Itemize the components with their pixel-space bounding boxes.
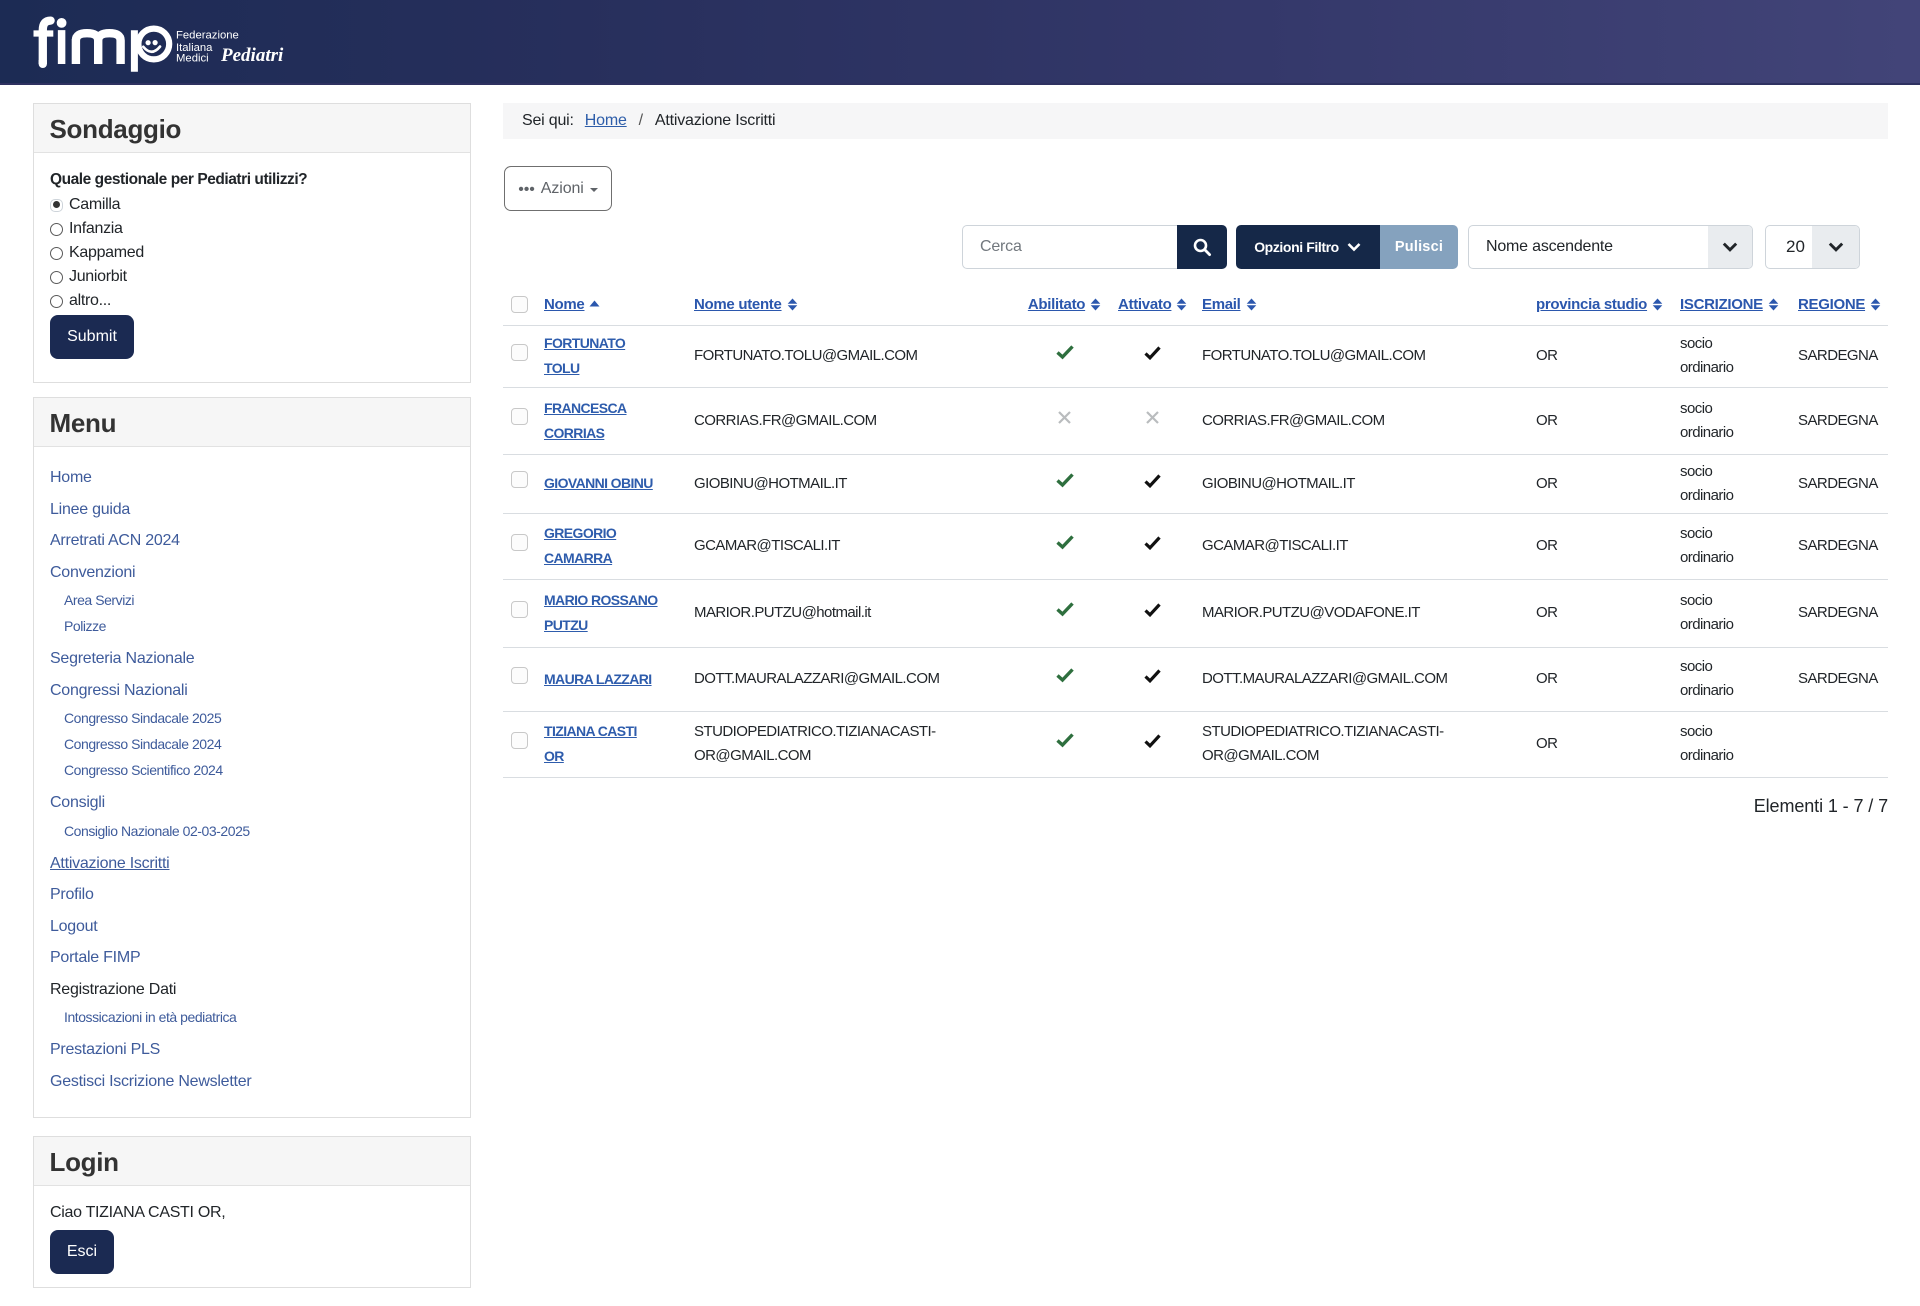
svg-text:Pediatri: Pediatri [220, 45, 284, 66]
svg-text:Federazione: Federazione [176, 30, 239, 42]
svg-text:Medici: Medici [176, 53, 209, 65]
